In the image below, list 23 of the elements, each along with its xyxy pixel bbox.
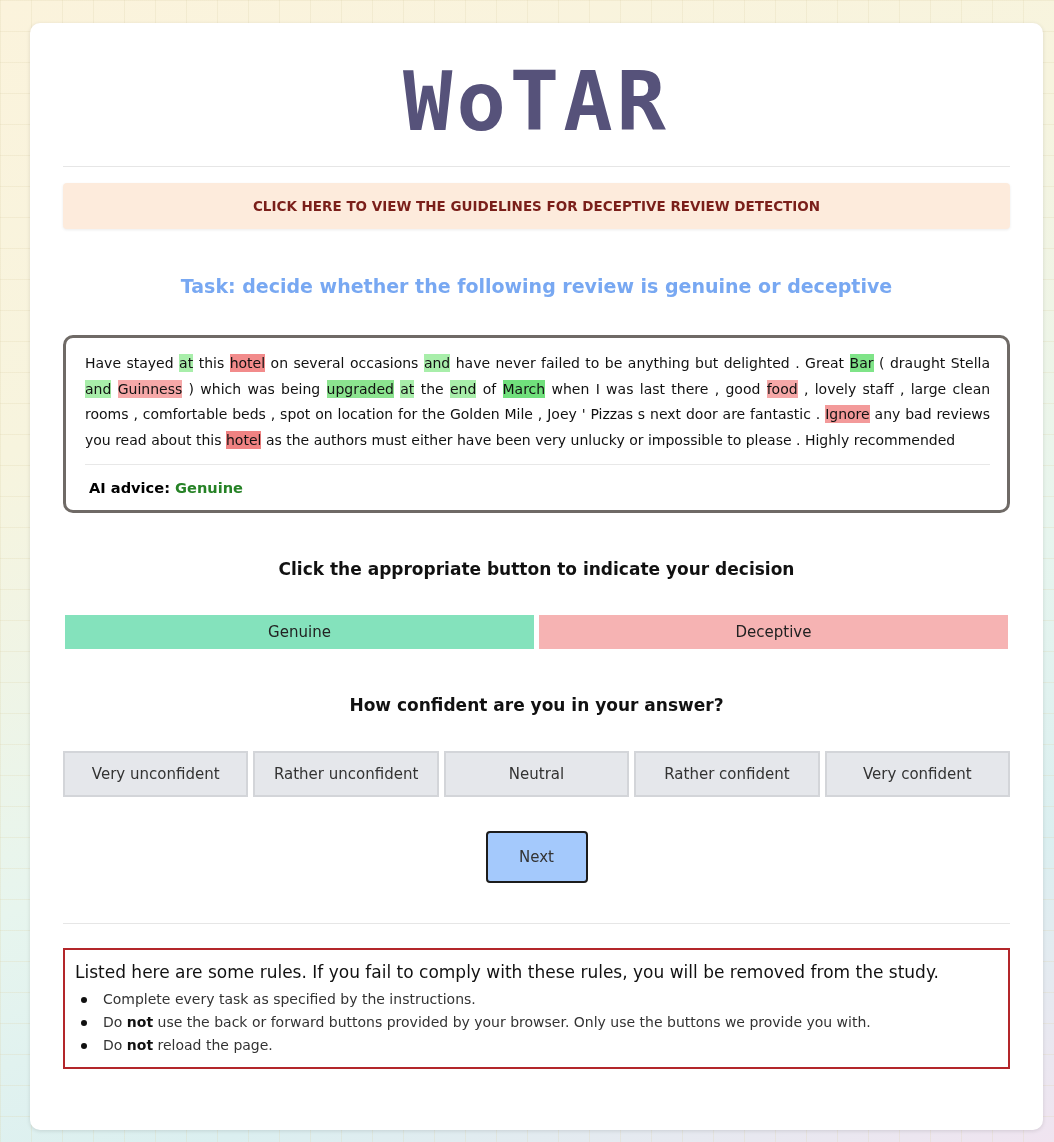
advice-label: AI advice: — [89, 479, 170, 496]
rules-heading: Listed here are some rules. If you fail to comply with these rules, you will be removed from the study. — [75, 962, 940, 982]
rule-text: Do not reload the page. — [103, 1036, 273, 1055]
deceptive-button[interactable]: Deceptive — [539, 615, 1008, 649]
decision-heading: Click the appropriate button to indicate your decision — [278, 559, 795, 579]
review-text: Have stayed at this hotel on several occasions and have never failed to be anything but delighted . Great Bar ( draught Stella and Guinness ) which was being upgraded at the end of March when I was last there , good food , lovely staff , large clean rooms , comfortable beds , spot on location for the Golden Mile , Joey ' Pizzas s next door are fantastic . Ignore any bad reviews you read about this hotel as the authors must either have been very unlucky or impossible to please . Highly recommended — [85, 353, 990, 451]
bullet-icon — [81, 1042, 87, 1049]
confidence-heading: How confident are you in your answer? — [349, 695, 724, 715]
confidence-button[interactable]: Rather unconfident — [253, 751, 439, 797]
bullet-icon — [81, 1019, 87, 1026]
next-button[interactable]: Next — [485, 831, 588, 883]
confidence-button[interactable]: Very confident — [824, 751, 1011, 797]
advice-value: Genuine — [175, 479, 243, 496]
task-heading: Task: decide whether the following review is genuine or deceptive — [180, 275, 893, 297]
logo: WoTAR — [403, 61, 670, 143]
rule-text: Do not use the back or forward buttons provided by your browser. Only use the buttons we provide you with. — [103, 1013, 871, 1032]
rule-text: Complete every task as specified by the instructions. — [103, 990, 476, 1009]
genuine-button[interactable]: Genuine — [65, 615, 534, 649]
confidence-button[interactable]: Very unconfident — [63, 751, 249, 797]
confidence-button[interactable]: Rather confident — [634, 751, 820, 797]
guidelines-link[interactable]: CLICK HERE TO VIEW THE GUIDELINES FOR DECEPTIVE REVIEW DETECTION — [63, 183, 1010, 229]
bullet-icon — [81, 996, 87, 1003]
confidence-button[interactable]: Neutral — [443, 751, 630, 797]
